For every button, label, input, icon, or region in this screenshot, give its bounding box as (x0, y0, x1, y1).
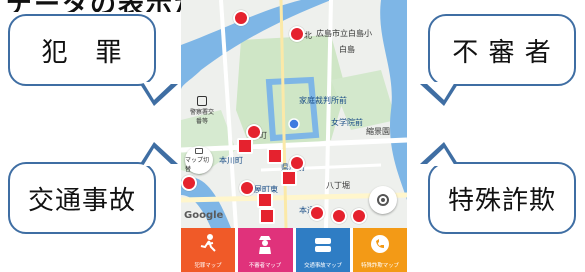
callout-crime: 犯 罪 (8, 14, 156, 86)
runner-icon (200, 234, 216, 252)
callout-fraud: 特殊詐欺 (428, 162, 576, 234)
callout-fraud-text: 特殊詐欺 (447, 185, 556, 216)
incident-pin[interactable] (181, 175, 197, 191)
map-label-museum: 家庭裁判所前 (299, 96, 347, 105)
incident-square-marker[interactable] (259, 208, 275, 224)
callout-traffic-text: 交通事故 (27, 185, 136, 216)
incident-pin[interactable] (331, 208, 347, 224)
callout-crime-tail-fill (143, 82, 173, 100)
map-switch-button[interactable]: マップ切替 (185, 146, 213, 174)
incident-square-marker[interactable] (237, 138, 253, 154)
incident-square-marker[interactable] (281, 170, 297, 186)
tab-traffic-map[interactable]: 交通事故マップ (295, 228, 350, 272)
incident-pin[interactable] (351, 208, 367, 224)
callout-fraud-tail-fill (425, 148, 455, 166)
map-label-shukkeien: 縮景園 (366, 127, 390, 136)
map-view[interactable]: 城北 広島市立白島小 白島 家庭裁判所前 女学院前 縮景園 県庁前 八丁堀 本川… (181, 0, 407, 228)
map-tab-bar: 犯罪マップ 不審者マップ 交通事故マップ 特殊詐欺マップ (181, 228, 407, 272)
incident-pin[interactable] (289, 26, 305, 42)
incident-square-marker[interactable] (267, 148, 283, 164)
map-label-womens: 女学院前 (331, 118, 363, 127)
police-box-marker[interactable]: 警察署交番等 (189, 96, 215, 125)
tab-crime-map[interactable]: 犯罪マップ (181, 228, 236, 272)
map-label-hatchobori: 八丁堀 (326, 181, 350, 190)
callout-suspicious-text: 不 審 者 (452, 37, 552, 68)
phone-fraud-icon (370, 235, 389, 253)
incident-pin[interactable] (233, 10, 249, 26)
crosshair-icon (377, 194, 389, 206)
callout-suspicious-tail-fill (425, 82, 455, 100)
map-switch-label: マップ切替 (185, 156, 210, 173)
map-label-school: 広島市立白島小 (316, 29, 372, 38)
tab-suspicious-label: 不審者マップ (249, 262, 282, 269)
incident-square-marker[interactable] (257, 192, 273, 208)
police-icon (197, 96, 207, 106)
incident-pin[interactable] (239, 180, 255, 196)
google-logo: Google (184, 210, 224, 221)
callout-suspicious: 不 審 者 (428, 14, 576, 86)
tab-crime-label: 犯罪マップ (194, 262, 222, 269)
incident-pin[interactable] (289, 155, 305, 171)
callout-crime-text: 犯 罪 (41, 37, 123, 68)
police-box-label: 警察署交番等 (189, 109, 214, 125)
tab-suspicious-map[interactable]: 不審者マップ (238, 228, 293, 272)
layers-icon (195, 147, 203, 154)
map-label-honkawa: 本川町 (219, 156, 243, 165)
my-location-button[interactable] (369, 186, 397, 214)
tab-traffic-label: 交通事故マップ (303, 262, 342, 269)
incident-pin[interactable] (309, 205, 325, 221)
callout-traffic: 交通事故 (8, 162, 156, 234)
callout-traffic-tail-fill (143, 148, 173, 166)
tab-fraud-label: 特殊詐欺マップ (360, 262, 399, 269)
tab-fraud-map[interactable]: 特殊詐欺マップ (352, 228, 407, 272)
suspicious-person-icon (259, 236, 272, 254)
map-label-hakushima: 白島 (339, 45, 355, 54)
car-crash-icon (314, 238, 331, 252)
